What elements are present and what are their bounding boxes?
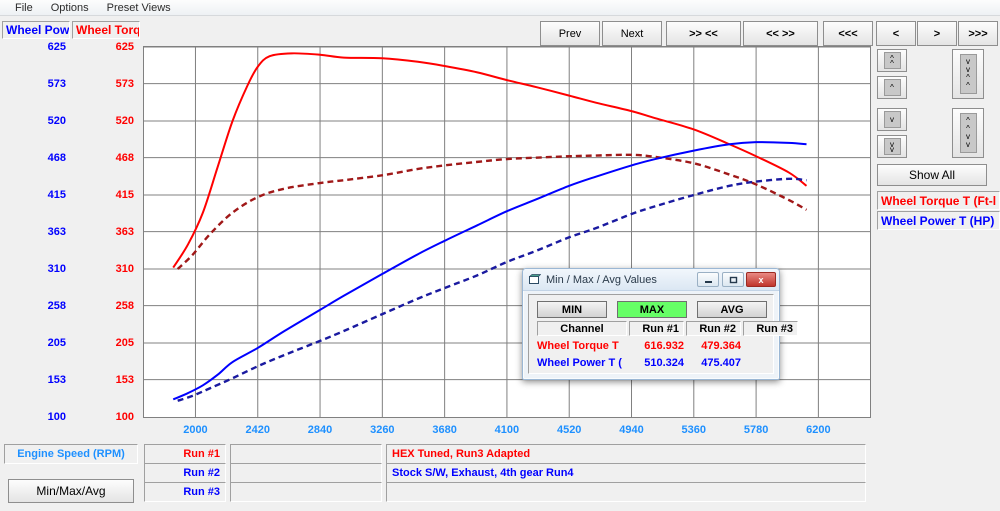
dialog-title-bar[interactable]: Min / Max / Avg Values x: [523, 269, 779, 291]
y-tick-trq-520: 520: [72, 115, 134, 127]
y-tick-trq-363: 363: [72, 226, 134, 238]
x-tick-3680: 3680: [415, 424, 475, 436]
x-tick-5360: 5360: [664, 424, 724, 436]
wheel-power-axis-header[interactable]: Wheel Pow: [2, 21, 70, 39]
double-chevron-up-icon: ^^: [884, 52, 901, 69]
dialog-minimize-button[interactable]: [697, 272, 719, 287]
double-chevron-down-icon: vv: [884, 138, 901, 155]
y-tick-trq-310: 310: [72, 263, 134, 275]
x-tick-4520: 4520: [539, 424, 599, 436]
left-scale-up-fast-button[interactable]: ^^: [877, 49, 907, 72]
page-right-button[interactable]: >>>: [958, 21, 998, 46]
cell-torque-run1: 616.932: [624, 340, 684, 352]
x-axis-label[interactable]: Engine Speed (RPM): [4, 444, 138, 464]
menu-item-preset-views[interactable]: Preset Views: [98, 1, 180, 15]
column-header-run2: Run #2: [686, 321, 741, 336]
wheel-torque-axis-header[interactable]: Wheel Torq: [72, 21, 140, 39]
right-scale-collapse-button[interactable]: ^ ^ v v: [952, 108, 984, 158]
dialog-maximize-button[interactable]: [722, 272, 744, 287]
dialog-close-button[interactable]: x: [746, 272, 776, 287]
column-header-run3: Run #3: [743, 321, 798, 336]
x-tick-2000: 2000: [165, 424, 225, 436]
row-channel-wheel-power: Wheel Power T (: [537, 357, 622, 369]
menu-item-file[interactable]: File: [6, 1, 42, 15]
zoom-in-button[interactable]: >> <<: [666, 21, 741, 46]
zoom-out-button[interactable]: << >>: [743, 21, 818, 46]
prev-button[interactable]: Prev: [540, 21, 600, 46]
y-tick-pow-100: 100: [4, 411, 66, 423]
x-tick-4100: 4100: [477, 424, 537, 436]
run-3-note-field[interactable]: [386, 482, 866, 502]
x-tick-5780: 5780: [726, 424, 786, 436]
dialog-body: MIN MAX AVG Channel Run #1 Run #2 Run #3…: [528, 294, 774, 374]
run-2-file-field[interactable]: [230, 463, 382, 483]
y-tick-pow-468: 468: [4, 152, 66, 164]
min-button[interactable]: MIN: [537, 301, 607, 318]
page-left-button[interactable]: <<<: [823, 21, 873, 46]
collapse-arrows-icon: ^ ^ v v: [960, 113, 977, 153]
dialog-title-text: Min / Max / Avg Values: [546, 274, 657, 286]
left-scale-down-fast-button[interactable]: vv: [877, 135, 907, 158]
run-1-label[interactable]: Run #1: [144, 444, 226, 464]
avg-button[interactable]: AVG: [697, 301, 767, 318]
y-tick-trq-415: 415: [72, 189, 134, 201]
run-2-label[interactable]: Run #2: [144, 463, 226, 483]
y-tick-pow-205: 205: [4, 337, 66, 349]
step-right-button[interactable]: >: [917, 21, 957, 46]
next-button[interactable]: Next: [602, 21, 662, 46]
y-tick-trq-205: 205: [72, 337, 134, 349]
y-tick-trq-153: 153: [72, 374, 134, 386]
x-tick-2420: 2420: [228, 424, 288, 436]
x-tick-6200: 6200: [788, 424, 848, 436]
y-tick-pow-573: 573: [4, 78, 66, 90]
series-line-1: [178, 155, 807, 269]
show-all-button[interactable]: Show All: [877, 164, 987, 186]
y-tick-pow-625: 625: [4, 41, 66, 53]
y-tick-pow-153: 153: [4, 374, 66, 386]
min-max-avg-dialog[interactable]: Min / Max / Avg Values x MIN MAX AVG Cha…: [522, 268, 780, 380]
row-channel-wheel-torque: Wheel Torque T: [537, 340, 619, 352]
legend-item-wheel-torque[interactable]: Wheel Torque T (Ft-l: [877, 191, 1000, 210]
run-3-file-field[interactable]: [230, 482, 382, 502]
cell-power-run1: 510.324: [624, 357, 684, 369]
left-scale-down-button[interactable]: v: [877, 108, 907, 131]
y-tick-pow-520: 520: [4, 115, 66, 127]
y-tick-pow-258: 258: [4, 300, 66, 312]
cell-torque-run2: 479.364: [681, 340, 741, 352]
chevron-down-icon: v: [884, 111, 901, 128]
expand-arrows-icon: v v ^ ^: [960, 54, 977, 94]
run-1-file-field[interactable]: [230, 444, 382, 464]
legend-item-wheel-power[interactable]: Wheel Power T (HP): [877, 211, 1000, 230]
dyno-chart-application: File Options Preset Views Wheel Pow Whee…: [0, 0, 1000, 511]
cell-power-run2: 475.407: [681, 357, 741, 369]
chevron-up-icon: ^: [884, 79, 901, 96]
x-tick-2840: 2840: [290, 424, 350, 436]
column-header-channel: Channel: [537, 321, 627, 336]
run-3-label[interactable]: Run #3: [144, 482, 226, 502]
y-tick-pow-310: 310: [4, 263, 66, 275]
menu-bar: File Options Preset Views: [0, 0, 1000, 16]
menu-item-options[interactable]: Options: [42, 1, 98, 15]
left-scale-up-button[interactable]: ^: [877, 76, 907, 99]
run-1-note-field[interactable]: HEX Tuned, Run3 Adapted: [386, 444, 866, 464]
min-max-avg-button[interactable]: Min/Max/Avg: [8, 479, 134, 503]
y-tick-trq-468: 468: [72, 152, 134, 164]
column-header-run1: Run #1: [629, 321, 684, 336]
x-tick-3260: 3260: [352, 424, 412, 436]
y-tick-pow-363: 363: [4, 226, 66, 238]
y-tick-trq-625: 625: [72, 41, 134, 53]
y-tick-trq-573: 573: [72, 78, 134, 90]
y-tick-trq-100: 100: [72, 411, 134, 423]
window-icon: [529, 274, 541, 285]
run-2-note-field[interactable]: Stock S/W, Exhaust, 4th gear Run4: [386, 463, 866, 483]
x-tick-4940: 4940: [602, 424, 662, 436]
step-left-button[interactable]: <: [876, 21, 916, 46]
y-tick-trq-258: 258: [72, 300, 134, 312]
right-scale-expand-button[interactable]: v v ^ ^: [952, 49, 984, 99]
y-tick-pow-415: 415: [4, 189, 66, 201]
max-button[interactable]: MAX: [617, 301, 687, 318]
